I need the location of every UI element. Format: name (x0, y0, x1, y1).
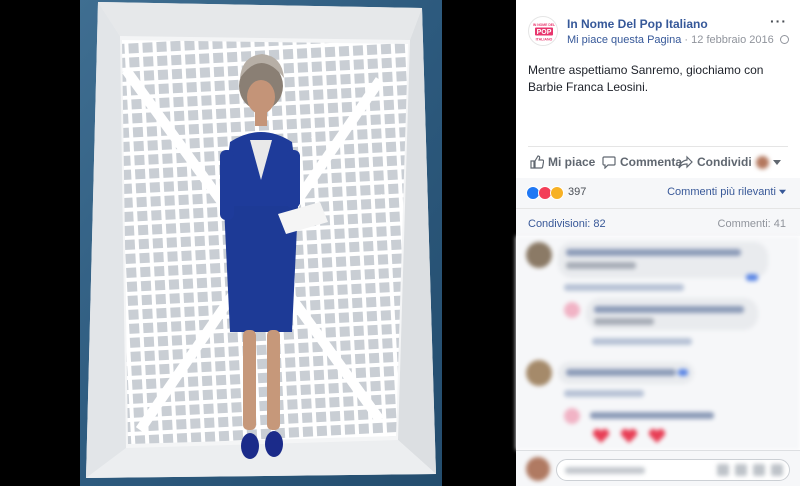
comment-reaction (746, 274, 758, 281)
post-header: IN NOME DEL POP ITALIANO In Nome Del Pop… (516, 0, 800, 56)
svg-text:POP: POP (537, 29, 552, 36)
more-options-icon[interactable]: ··· (770, 13, 787, 29)
post-date[interactable]: 12 febbraio 2016 (691, 34, 774, 46)
svg-text:ITALIANO: ITALIANO (536, 38, 553, 42)
page-name-link[interactable]: In Nome Del Pop Italiano (567, 17, 708, 31)
reply-avatar[interactable] (564, 302, 580, 318)
share-arrow-icon (678, 155, 693, 169)
comment-line (566, 369, 676, 376)
comment-sort-dropdown[interactable]: Commenti più rilevanti (667, 186, 786, 198)
comment-label: Commenta (620, 155, 683, 169)
verified-badge (678, 369, 688, 376)
sticker-icon[interactable] (771, 464, 783, 476)
haha-reaction-icon[interactable] (550, 186, 564, 200)
commenter-avatar[interactable] (526, 242, 552, 268)
comment-meta (564, 284, 684, 291)
photo-viewer: IN NOME DEL POP ITALIANO In Nome Del Pop… (0, 0, 800, 486)
engagement-counts: Condivisioni: 82 Commenti: 41 (516, 208, 800, 236)
comments-count[interactable]: Commenti: 41 (718, 218, 786, 230)
speech-bubble-icon (602, 156, 616, 169)
comment-meta (564, 390, 644, 397)
barbie-doll-photo (80, 0, 442, 486)
reaction-count[interactable]: 397 (568, 186, 586, 198)
page-avatar[interactable]: IN NOME DEL POP ITALIANO (528, 16, 558, 46)
reactions-bar: 397 Commenti più rilevanti (516, 178, 800, 208)
comment-bubble (558, 242, 768, 278)
heart-icon (592, 428, 610, 443)
comment-button[interactable]: Commenta (602, 152, 682, 172)
reply-line (594, 318, 654, 325)
gif-icon[interactable] (753, 464, 765, 476)
globe-icon (779, 35, 789, 44)
reply-meta (592, 338, 692, 345)
photo-stage[interactable] (0, 0, 516, 486)
page-logo-icon: IN NOME DEL POP ITALIANO (530, 18, 557, 45)
user-avatar (526, 457, 550, 481)
post-message: Mentre aspettiamo Sanremo, giochiamo con… (528, 62, 788, 96)
chevron-down-icon (773, 160, 781, 165)
like-button[interactable]: Mi piace (530, 152, 595, 172)
heart-icon (620, 428, 638, 443)
post-side-panel: IN NOME DEL POP ITALIANO In Nome Del Pop… (516, 0, 800, 486)
user-avatar (756, 155, 769, 169)
post-meta: Mi piace questa Pagina · 12 febbraio 201… (567, 34, 789, 46)
post-photo (80, 0, 442, 486)
comment-input[interactable] (556, 459, 790, 481)
post-actions: Mi piace Commenta Condividi (516, 152, 800, 174)
reply-bubble (586, 298, 758, 330)
heart-icon (648, 428, 666, 443)
commenter-avatar[interactable] (526, 360, 552, 386)
comment-composer (516, 450, 800, 486)
shares-count[interactable]: Condivisioni: 82 (528, 218, 606, 230)
like-page-link[interactable]: Mi piace questa Pagina (567, 34, 681, 46)
sort-label: Commenti più rilevanti (667, 186, 776, 198)
comments-list (516, 236, 800, 450)
like-label: Mi piace (548, 155, 596, 169)
comment-line (566, 249, 741, 256)
reply-line (594, 306, 744, 313)
comment-line (566, 262, 636, 269)
reply-avatar[interactable] (564, 408, 580, 424)
reaction-as-selector[interactable] (756, 152, 781, 172)
share-label: Condividi (697, 155, 752, 169)
svg-text:IN NOME DEL: IN NOME DEL (533, 23, 555, 27)
emoji-icon[interactable] (717, 464, 729, 476)
divider (528, 146, 788, 147)
chevron-down-icon (779, 189, 786, 195)
thumbs-up-icon (530, 155, 544, 169)
comment-placeholder (565, 467, 645, 474)
post-text-line: Mentre aspettiamo Sanremo, giochiamo con (528, 63, 764, 77)
camera-icon[interactable] (735, 464, 747, 476)
share-button[interactable]: Condividi (678, 152, 752, 172)
post-text-line: Barbie Franca Leosini. (528, 80, 649, 94)
reply-line (590, 412, 714, 419)
